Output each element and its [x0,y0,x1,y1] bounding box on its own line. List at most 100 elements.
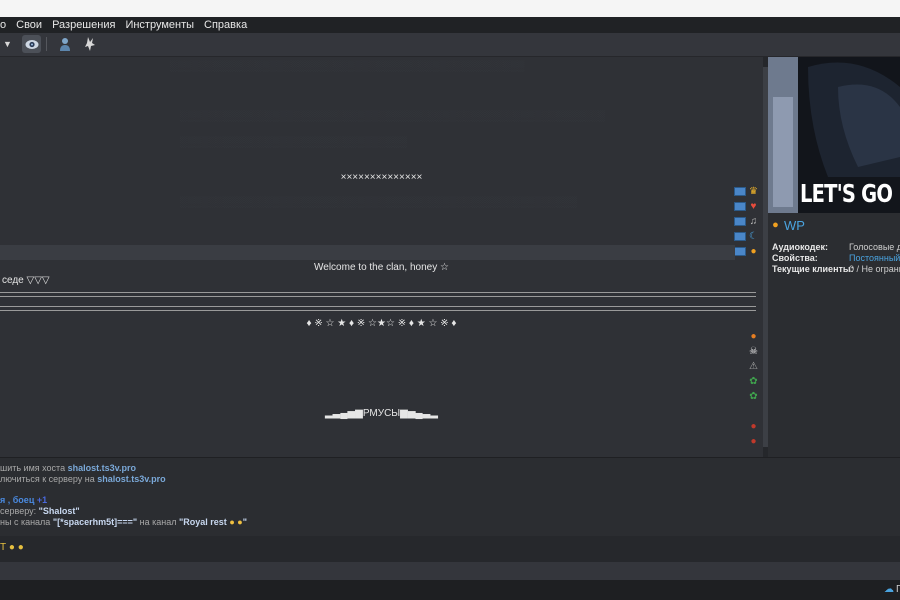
chat-channel-from[interactable]: "[*spacerhm5t]===" [53,517,137,527]
channel-icons: ✿ [748,391,759,402]
channel-icons: ♛ [734,186,759,197]
channel-icons: ● [734,246,759,257]
channel-ornament: ♦ ※ ☆ ★ ♦ ※ ☆★☆ ※ ♦ ★ ☆ ※ ♦ [306,318,457,329]
background-ghost: ░░░░░░░░░░░░░░░░░░░░░░░░░░░░░░░░░░░░░░░░… [170,61,525,72]
server-name-label: WP [784,218,805,233]
emoji-icon: ● [17,542,24,553]
chat-channel-to[interactable]: "Royal rest [179,517,227,527]
channel-icons: ✿ [748,376,759,387]
channel-tree[interactable]: ░░░░░░░░░░░░░░░░░░░░░░░░░░░░░░░░░░░░░░░░… [0,57,763,457]
channel-icons: ● [748,421,759,432]
flag-icon [734,232,746,241]
server-name: ● WP [770,218,805,233]
toolbar-separator [46,37,47,51]
chat-host[interactable]: shalost.ts3v.pro [68,463,136,473]
emoji-icon: ● [8,542,15,553]
chat-server[interactable]: "Shalost" [39,506,80,516]
codec-value: Голосовые дан [849,242,900,252]
leaf-icon: ✿ [749,376,758,387]
chat-text: на канал [137,517,180,527]
chat-text: ны с канала [0,517,53,527]
channel-row[interactable]: ♦ ※ ☆ ★ ♦ ※ ☆★☆ ※ ♦ ★ ☆ ※ ♦ [0,316,763,331]
leaf-icon: ✿ [749,391,758,402]
chat-line: шить имя хоста shalost.ts3v.pro [0,463,136,473]
menu-bar: о Свои Разрешения Инструменты Справка [0,17,900,33]
chat-line: лючиться к серверу на shalost.ts3v.pro [0,474,166,484]
chat-text: серверу: [0,506,39,516]
codec-label: Аудиокодек: [772,242,829,252]
channel-row[interactable]: седе ▽▽▽ [0,273,763,288]
chat-user-suffix: +1 [36,495,48,505]
chat-input-text: Т [0,542,7,553]
flag-icon [734,217,746,226]
channel-row[interactable]: ×××××××××××××× [0,170,763,185]
chevron-down-icon[interactable]: ▼ [3,39,12,49]
properties-label: Свойства: [772,253,818,263]
chat-line: серверу: "Shalost" [0,506,80,516]
menu-item-permissions[interactable]: Разрешения [48,19,121,31]
bottom-bar [0,580,900,600]
background-ghost: ░░░░░░░░░░░░░░░░░░░░░░░░░░░░░░░░░░░░░░░░… [180,111,606,122]
skull-icon: ☠ [749,346,758,357]
channel-spacer-stars: ×××××××××××××× [340,172,423,183]
channel-row-selected[interactable] [0,245,735,260]
info-codec: Аудиокодек: Голосовые дан [772,242,900,252]
chat-input-content[interactable]: Т ● ● [0,542,24,553]
channel-icons: ☾ [734,231,759,242]
channel-divider [0,292,756,297]
channel-icons: ☠ [748,346,759,357]
channel-divider [0,306,756,311]
info-properties: Свойства: Постоянный, П [772,253,900,263]
menu-item-own[interactable]: Свои [12,19,48,31]
duck-icon: ● [772,219,779,231]
duck-icon: ● [750,246,757,257]
contacts-person-icon[interactable] [55,35,74,53]
pumpkin-icon: ● [750,331,757,342]
channel-icons: ● [748,331,759,342]
flag-icon [734,247,746,256]
server-banner-image: LET'S GO I [768,57,900,213]
chat-line: я , боец +1 [0,495,47,505]
connection-status-text: Г [896,584,900,595]
emoji-icon: ● [229,517,235,527]
menu-item-partial[interactable]: о [0,19,12,31]
away-eye-icon[interactable] [22,35,41,53]
info-clients: Текущие клиенты:0 / Не ограничи [772,264,900,274]
background-ghost: ░░░░░░░░░░░░░░░░░░░░░░░░░░░░░░░░░░░░░░░░… [180,197,577,208]
server-info-panel: LET'S GO I ● WP Аудиокодек: Голосовые дан… [768,57,900,457]
connection-status[interactable]: ☁ Г [884,584,900,595]
background-ghost: ░░░░░░░░░░░░░░░░░░░░░░░░░░░░░░░░ [180,137,407,148]
crown-icon: ♛ [749,186,758,197]
chat-host[interactable]: shalost.ts3v.pro [97,474,165,484]
chat-line: ны с канала "[*spacerhm5t]===" на канал … [0,517,247,527]
menu-item-tools[interactable]: Инструменты [121,19,200,31]
status-bar [0,562,900,580]
channel-icons: ● [748,436,759,447]
clients-label: Текущие клиенты: [772,264,854,274]
channel-icons: ♫ [734,216,759,227]
chat-quote: " [242,517,247,527]
warning-icon: ⚠ [749,361,758,372]
window-titlebar [0,0,900,17]
banner-caption: LET'S GO I [800,179,900,208]
rabbit-icon[interactable] [80,35,99,53]
red-badge-icon: ● [750,436,757,447]
channel-row[interactable]: ▂▃▄▅▆РМУСЫ▆▅▄▃▂ [0,406,763,421]
cloud-icon: ☁ [884,584,894,595]
clients-value: 0 / Не ограничи [849,264,900,274]
flag-icon [734,187,746,196]
chat-log[interactable]: шить имя хоста shalost.ts3v.pro лючиться… [0,457,900,537]
chat-user[interactable]: я , боец [0,495,34,505]
red-badge-icon: ● [750,421,757,432]
toolbar: ▼ [0,33,900,57]
chat-text: лючиться к серверу на [0,474,98,484]
channel-rmusy: ▂▃▄▅▆РМУСЫ▆▅▄▃▂ [324,408,438,419]
properties-value[interactable]: Постоянный, П [849,253,900,263]
chat-input-area[interactable]: Т ● ● [0,536,900,562]
channel-icons: ⚠ [748,361,759,372]
headphones-icon: ♫ [749,216,758,227]
menu-item-help[interactable]: Справка [200,19,253,31]
flag-icon [734,202,746,211]
heart-icon: ♥ [750,201,757,212]
moon-icon: ☾ [749,231,758,242]
